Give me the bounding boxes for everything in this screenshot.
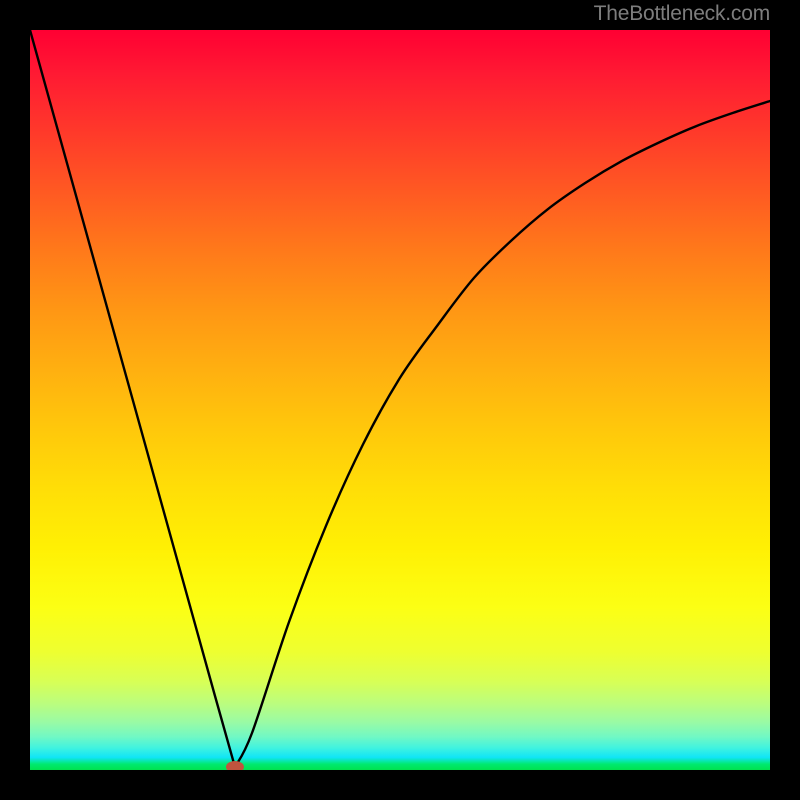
curve-layer [30, 30, 770, 770]
minimum-marker [226, 761, 244, 770]
watermark-text: TheBottleneck.com [594, 2, 770, 26]
plot-area [30, 30, 770, 770]
bottleneck-curve [30, 30, 770, 767]
chart-frame: TheBottleneck.com [0, 0, 800, 800]
